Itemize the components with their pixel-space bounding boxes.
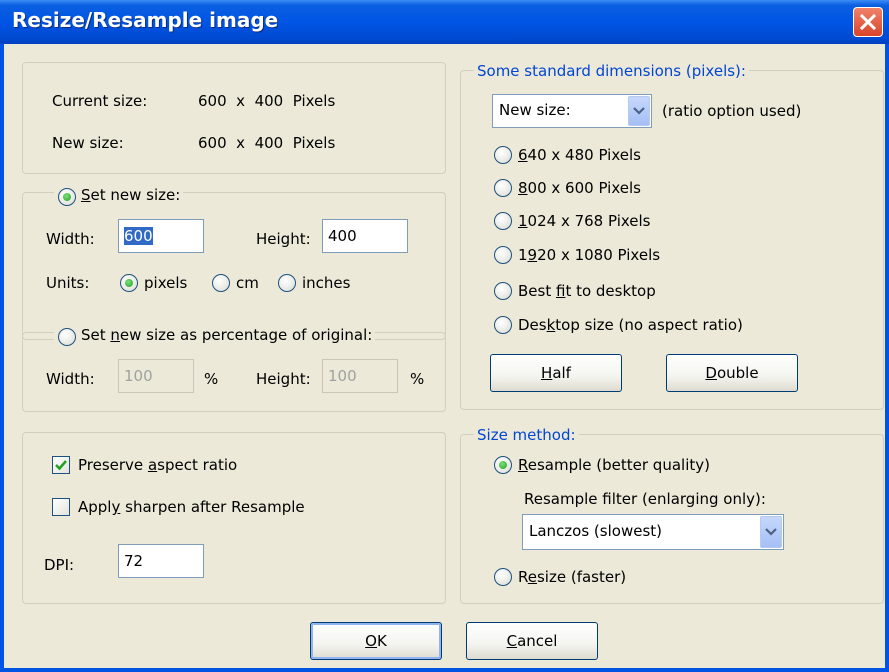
units-pixels-label[interactable]: pixels <box>144 274 187 292</box>
size-method-legend: Size method: <box>474 426 579 444</box>
filter-dropdown-button[interactable] <box>760 516 782 548</box>
new-size-label: New size: <box>52 134 124 152</box>
standard-dimensions-legend: Some standard dimensions (pixels): <box>474 62 749 80</box>
resize-label[interactable]: Resize (faster) <box>518 568 626 586</box>
std-800-label[interactable]: 800 x 600 Pixels <box>518 179 641 197</box>
std-1920-label[interactable]: 1920 x 1080 Pixels <box>518 246 660 264</box>
title-bar[interactable]: Resize/Resample image <box>0 0 889 44</box>
std-1024-radio[interactable] <box>494 212 512 230</box>
current-size-value: 600 x 400 Pixels <box>198 92 336 110</box>
new-size-combo[interactable]: New size: <box>492 94 652 128</box>
preserve-aspect-label[interactable]: Preserve aspect ratio <box>78 456 237 474</box>
units-cm-radio[interactable] <box>212 274 230 292</box>
preserve-aspect-checkbox[interactable] <box>52 456 70 474</box>
best-fit-radio[interactable] <box>494 282 512 300</box>
set-new-size-group <box>22 192 446 340</box>
combo-dropdown-button[interactable] <box>628 96 650 126</box>
resample-filter-value: Lanczos (slowest) <box>529 522 662 540</box>
percentage-radio[interactable] <box>58 328 76 346</box>
dpi-input[interactable]: 72 <box>118 544 204 578</box>
new-size-combo-value: New size: <box>499 101 571 119</box>
units-cm-label[interactable]: cm <box>236 274 259 292</box>
checkmark-icon <box>55 460 67 471</box>
std-640-label[interactable]: 640 x 480 Pixels <box>518 146 641 164</box>
desktop-size-label[interactable]: Desktop size (no aspect ratio) <box>518 316 743 334</box>
ratio-option-note: (ratio option used) <box>662 102 802 120</box>
resample-label[interactable]: Resample (better quality) <box>518 456 710 474</box>
close-icon <box>859 13 877 31</box>
half-button[interactable]: Half <box>490 354 622 392</box>
percent-height-label: Height: <box>256 370 311 388</box>
resize-dialog-window: Resize/Resample image Current size: 600 … <box>0 0 889 672</box>
resample-filter-combo[interactable]: Lanczos (slowest) <box>522 514 784 550</box>
apply-sharpen-checkbox[interactable] <box>52 498 70 516</box>
dialog-title: Resize/Resample image <box>12 8 279 32</box>
units-pixels-radio[interactable] <box>120 274 138 292</box>
desktop-size-radio[interactable] <box>494 316 512 334</box>
percent-width-unit: % <box>204 370 219 388</box>
percent-width-label: Width: <box>46 370 95 388</box>
chevron-down-icon <box>765 528 777 536</box>
std-1920-radio[interactable] <box>494 246 512 264</box>
resize-radio[interactable] <box>494 568 512 586</box>
units-inches-radio[interactable] <box>278 274 296 292</box>
dialog-client-area: Current size: 600 x 400 Pixels New size:… <box>4 44 885 668</box>
std-640-radio[interactable] <box>494 146 512 164</box>
apply-sharpen-label[interactable]: Apply sharpen after Resample <box>78 498 305 516</box>
std-800-radio[interactable] <box>494 179 512 197</box>
current-size-label: Current size: <box>52 92 148 110</box>
chevron-down-icon <box>633 107 645 115</box>
percentage-legend: Set new size as percentage of original: <box>54 326 376 344</box>
units-label: Units: <box>46 274 90 292</box>
cancel-button[interactable]: Cancel <box>466 622 598 660</box>
resample-radio[interactable] <box>494 456 512 474</box>
close-button[interactable] <box>853 7 883 37</box>
height-input[interactable]: 400 <box>322 219 408 253</box>
percent-height-unit: % <box>410 370 425 388</box>
size-info-group <box>22 62 446 174</box>
height-label: Height: <box>256 230 311 248</box>
units-inches-label[interactable]: inches <box>302 274 350 292</box>
set-new-size-radio[interactable] <box>58 188 76 206</box>
width-label: Width: <box>46 230 95 248</box>
double-button[interactable]: Double <box>666 354 798 392</box>
best-fit-label[interactable]: Best fit to desktop <box>518 282 656 300</box>
std-1024-label[interactable]: 1024 x 768 Pixels <box>518 212 651 230</box>
percent-width-input[interactable]: 100 <box>118 359 194 393</box>
width-input[interactable]: 600 <box>118 219 204 253</box>
resample-filter-label: Resample filter (enlarging only): <box>524 490 766 508</box>
new-size-value: 600 x 400 Pixels <box>198 134 336 152</box>
dpi-label: DPI: <box>44 556 75 574</box>
percent-height-input[interactable]: 100 <box>322 359 398 393</box>
ok-button[interactable]: OK <box>310 622 442 660</box>
